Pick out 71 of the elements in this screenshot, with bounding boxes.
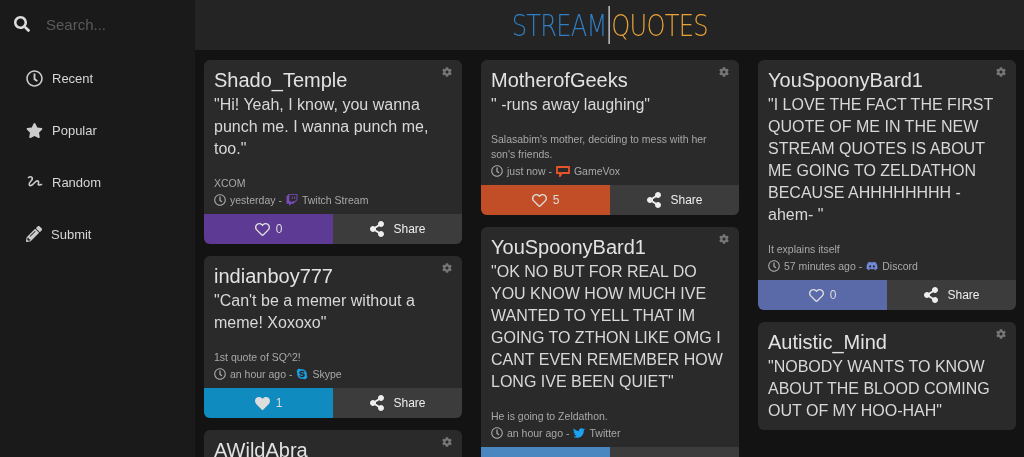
settings-icon[interactable]: [719, 67, 729, 77]
username: Autistic_Mind: [768, 330, 887, 354]
menu-item[interactable]: Random: [26, 172, 195, 192]
logo-text: QUOTES: [611, 7, 708, 43]
time-text: an hour ago -: [230, 368, 293, 380]
clock-icon: [491, 165, 503, 177]
star-icon: [26, 121, 43, 139]
letter-s-icon: [296, 368, 309, 380]
logo-text: STREAM: [511, 7, 607, 43]
like-button[interactable]: 0: [204, 214, 333, 244]
username: MotherofGeeks: [491, 68, 628, 92]
username: AWildAbra: [214, 438, 308, 457]
quote-text: " -runs away laughing": [491, 95, 651, 115]
settings-icon[interactable]: [996, 67, 1006, 77]
heart-icon: [254, 221, 270, 237]
username: YouSpoonyBard1: [768, 68, 923, 92]
share-button[interactable]: Share: [333, 214, 462, 244]
share-icon: [369, 221, 386, 237]
clock-icon: [214, 368, 226, 380]
settings-icon[interactable]: [996, 329, 1006, 339]
quote-text: "I LOVE THE FACT THE FIRST QUOTE OF ME IN THE NEW STREAM QUOTES IS ABOUT ME GOING TO ZELDATHON BECAUSE AHHHHHHHH - ahem- ": [768, 95, 994, 225]
time-text: just now -: [507, 165, 552, 177]
time-text: yesterday -: [230, 194, 282, 206]
quote-note: 1st quote of SQ^2!: [214, 350, 302, 365]
speech-bubble-icon: [285, 194, 298, 206]
settings-icon[interactable]: [442, 263, 452, 273]
heart-icon: [531, 192, 547, 208]
share-icon: [369, 395, 386, 411]
source-text: Skype: [312, 368, 342, 380]
source-text: Twitter: [589, 427, 621, 439]
clock-icon: [26, 69, 43, 87]
quote-note: It explains itself: [768, 242, 841, 257]
like-button[interactable]: 0: [758, 280, 887, 310]
time-text: an hour ago -: [507, 427, 570, 439]
share-button[interactable]: Share: [610, 185, 739, 215]
menu-item[interactable]: Submit: [26, 224, 195, 244]
share-icon: [646, 192, 663, 208]
heart-icon: [254, 395, 270, 411]
clock-icon: [214, 194, 226, 206]
menu-item[interactable]: Popular: [26, 120, 195, 140]
share-button[interactable]: Share: [333, 388, 462, 418]
source-text: Twitch Stream: [301, 194, 369, 206]
like-button[interactable]: 5: [481, 185, 610, 215]
quote-text: "Hi! Yeah, I know, you wanna punch me. I wanna punch me, too.": [214, 95, 430, 159]
clock-icon: [491, 427, 503, 439]
quote-text: "NOBODY WANTS TO KNOW ABOUT THE BLOOD COMING OUT OF MY HOO-HAH": [768, 357, 991, 421]
quote-text: "OK NO BUT FOR REAL DO YOU KNOW HOW MUCH IVE WANTED TO YELL THAT IM GOING TO ZTHON LIKE OMG I CANT EVEN REMEMBER HOW LONG IVE BEEN QUIET": [491, 262, 724, 392]
quote-note: XCOM: [214, 176, 247, 191]
share-icon: [923, 287, 940, 303]
share-button[interactable]: Share: [887, 280, 1016, 310]
search-icon[interactable]: [14, 16, 30, 32]
quote-note: Salasabim's mother, deciding to mess with her son's friends.: [491, 132, 708, 162]
pencil-icon: [26, 226, 42, 242]
clock-icon: [768, 260, 780, 272]
game-controller-icon: [866, 260, 879, 272]
heart-icon: [808, 287, 824, 303]
username: YouSpoonyBard1: [491, 235, 646, 259]
source-text: Discord: [882, 260, 918, 272]
time-text: 57 minutes ago -: [784, 260, 863, 272]
settings-icon[interactable]: [442, 437, 452, 447]
quote-text: "Can't be a memer without a meme! Xoxoxo": [214, 291, 416, 333]
username: indianboy777: [214, 264, 333, 288]
settings-icon[interactable]: [719, 234, 729, 244]
username: Shado_Temple: [214, 68, 348, 92]
search-field[interactable]: Search...: [46, 15, 166, 33]
chat-box-icon: [555, 165, 570, 177]
quote-note: He is going to Zeldathon.: [491, 409, 609, 424]
menu-item[interactable]: Recent: [26, 68, 195, 88]
settings-icon[interactable]: [442, 67, 452, 77]
bird-icon: [573, 427, 586, 439]
source-text: GameVox: [573, 165, 621, 177]
